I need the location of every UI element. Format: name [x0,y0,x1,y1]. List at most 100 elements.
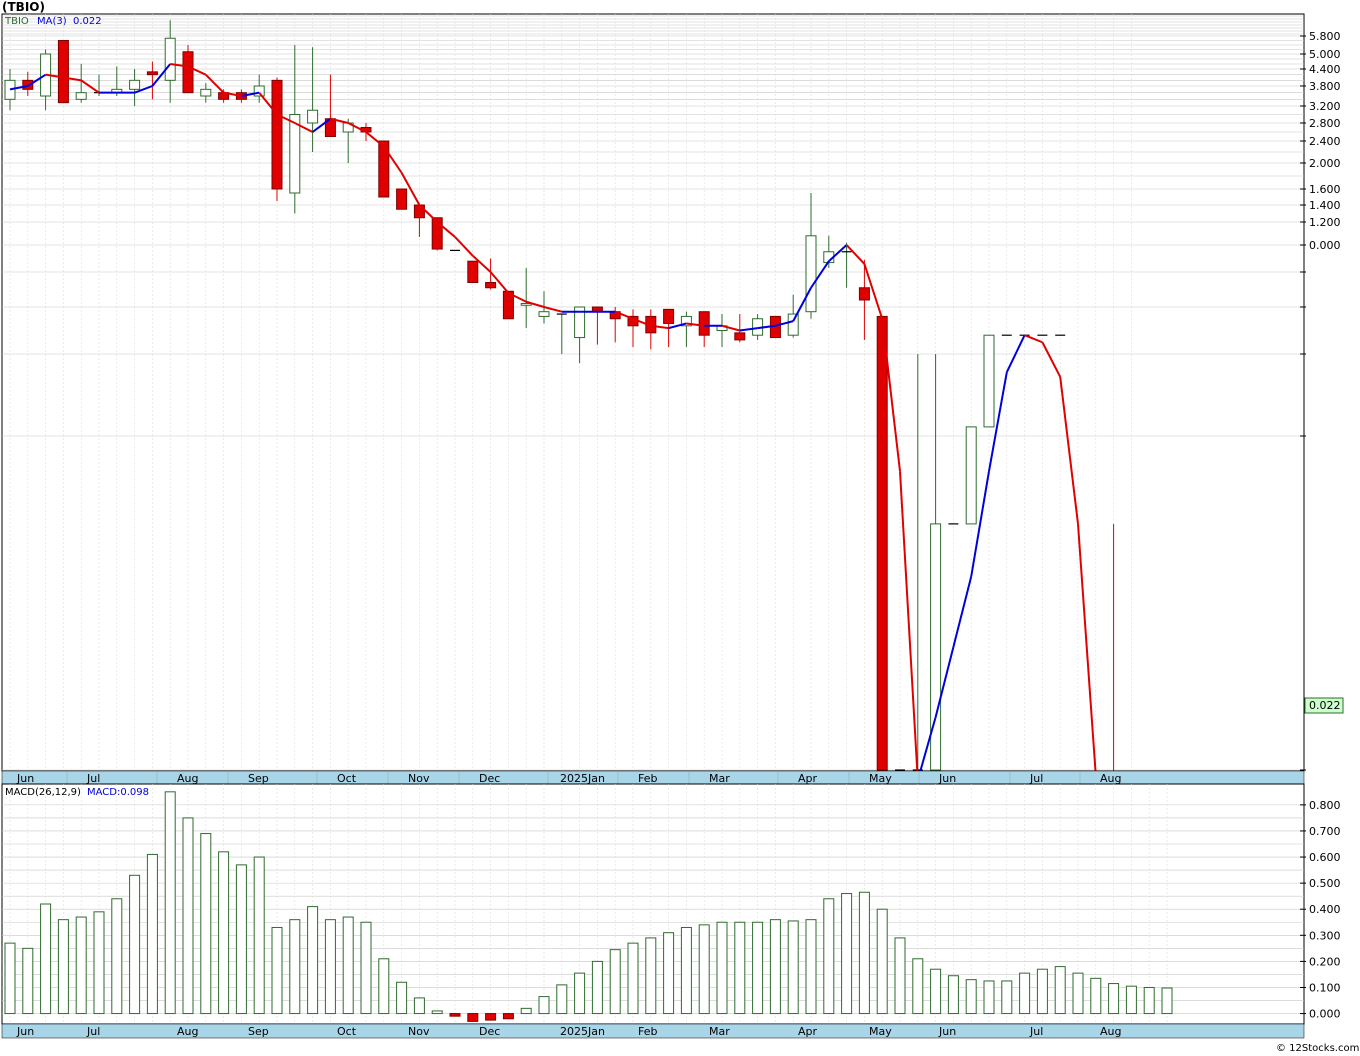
month-label: Aug [177,1025,198,1038]
price-plot-frame [1,13,1305,772]
macd-bar [769,919,781,1015]
month-label: Mar [709,772,730,785]
price-tick-label: 1.400 [1309,199,1341,212]
price-tick-label: 2.800 [1309,117,1341,130]
month-label: Aug [1100,772,1121,785]
macd-bar [57,919,69,1015]
candle-body [858,287,870,301]
macd-bar [4,942,16,1015]
macd-bar [1036,968,1048,1015]
price-tick-label: 2.400 [1309,135,1341,148]
macd-bar [716,921,728,1015]
price-tick-label: 4.400 [1309,63,1341,76]
month-label: Dec [479,1025,500,1038]
macd-bar [360,921,372,1015]
month-label: Jul [86,1025,100,1038]
macd-bar [1072,972,1084,1015]
month-label: May [869,772,892,785]
macd-bar [467,1013,479,1022]
month-label: 2025Jan [560,1025,605,1038]
candle-body [4,79,16,100]
macd-bar [520,1007,532,1015]
candle-body [396,188,408,210]
macd-tick-label: 0.100 [1309,981,1341,994]
macd-bar [146,853,158,1015]
candle-body [271,79,283,190]
candle-body [805,235,817,313]
macd-axis-labels: 0.800 0.700 0.600 0.500 0.400 0.300 0.200 0.100… [1300,799,1341,1021]
macd-bar [787,920,799,1015]
month-label: Apr [798,1025,818,1038]
macd-bar [841,893,853,1015]
candle-body [75,92,87,100]
month-label: Sep [248,772,269,785]
macd-bar [164,791,176,1015]
month-label: Mar [709,1025,730,1038]
macd-bar [75,916,87,1015]
macd-bar [627,942,639,1015]
price-tick-label: 5.000 [1309,48,1341,61]
macd-bar [289,919,301,1015]
macd-bar [574,972,586,1015]
price-tick-label: 1.600 [1309,183,1341,196]
month-label: Nov [408,772,430,785]
candle-body [289,114,301,194]
candle-body [485,282,497,289]
macd-tick-label: 0.400 [1309,903,1341,916]
macd-bar [1019,972,1031,1015]
month-label: Aug [177,772,198,785]
macd-bar [1054,966,1066,1015]
candle-body [467,260,479,284]
month-label: Jun [16,1025,34,1038]
legend-ticker: TBIO [4,16,29,27]
macd-bar [449,1013,461,1017]
month-axis-labels-bottom: Jun Jul Aug Sep Oct Nov Dec 2025Jan Feb Mar Apr May… [16,1025,1121,1038]
month-label: 2025Jan [560,772,605,785]
candle-body [182,51,194,94]
month-label: Oct [337,1025,357,1038]
macd-bar [271,926,283,1015]
macd-bar [983,980,995,1015]
candle-body [787,313,799,336]
macd-bar [894,937,906,1015]
candle-body [734,332,746,341]
macd-legend-name: MACD(26,12,9) [5,787,81,798]
macd-bar [111,898,123,1015]
macd-bar [1090,977,1102,1015]
candle-body [253,85,265,97]
last-price-tag-text: 0.022 [1309,699,1341,712]
macd-bar [396,981,408,1015]
macd-tick-label: 0.000 [1309,1008,1341,1021]
macd-bar [307,906,319,1015]
month-label: Aug [1100,1025,1121,1038]
candle-body [146,71,158,76]
macd-bar [1125,985,1137,1015]
macd-tick-label: 0.600 [1309,851,1341,864]
macd-bar [930,968,942,1015]
macd-bar [218,851,230,1015]
legend-ma-value: 0.022 [73,16,102,27]
month-label: May [869,1025,892,1038]
month-label: Jul [86,772,100,785]
macd-bar [965,979,977,1015]
macd-bar [378,958,390,1015]
macd-tick-label: 0.800 [1309,799,1341,812]
price-panel: 5.800 5.000 4.400 3.800 3.200 2.800 2.400 2.000… [1,13,1344,781]
month-label: Dec [479,772,500,785]
macd-bar [645,937,657,1015]
month-label: Sep [248,1025,269,1038]
last-price-tag: 0.022 [1304,697,1344,714]
candle-body [57,40,69,104]
candle-body [129,79,141,90]
candle-body [663,308,675,324]
month-label: Nov [408,1025,430,1038]
price-tick-label: 5.800 [1309,30,1341,43]
price-axis-labels: 5.800 5.000 4.400 3.800 3.200 2.800 2.400 2.000… [1300,30,1341,252]
macd-bar [591,960,603,1015]
month-label: Jun [938,1025,956,1038]
chart-title: (TBIO) [2,0,45,14]
macd-bar [1108,983,1120,1015]
candle-body [965,426,977,525]
month-label: Jul [1029,772,1043,785]
macd-bar [663,932,675,1015]
